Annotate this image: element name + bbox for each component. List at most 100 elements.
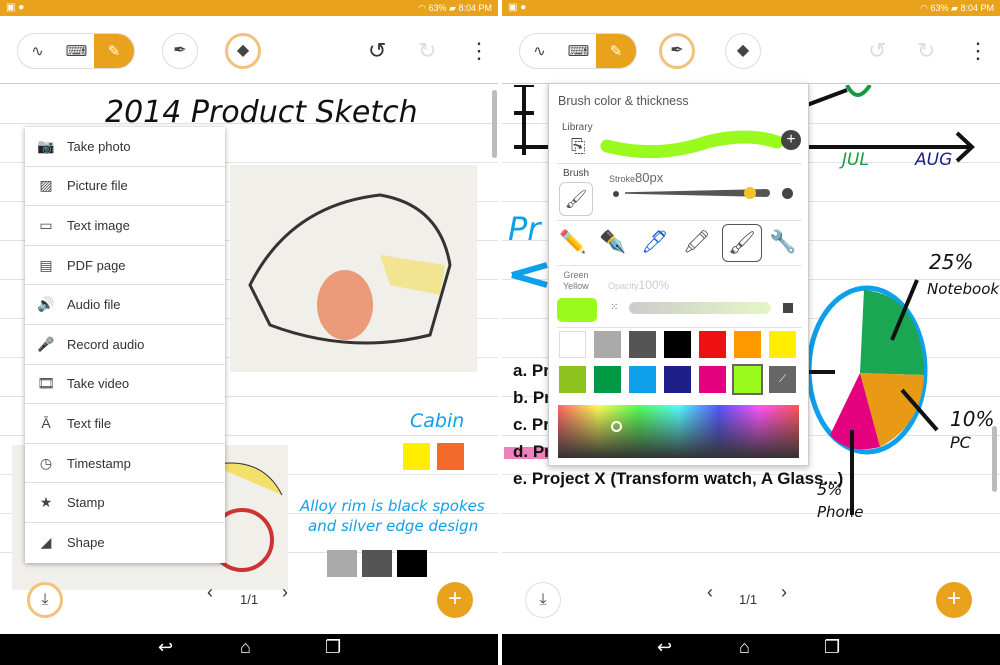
draw-mode-icon[interactable]: ✎: [596, 34, 636, 68]
ballpoint-pen-icon[interactable]: 🖊: [641, 229, 669, 255]
menu-item-take-photo[interactable]: 📷 Take photo: [25, 127, 225, 167]
menu-item-stamp[interactable]: ★ Stamp: [25, 483, 225, 523]
menu-item-pdf-page[interactable]: ▤ PDF page: [25, 246, 225, 286]
add-page-button[interactable]: +: [936, 582, 972, 618]
palette-color[interactable]: [769, 331, 796, 358]
insert-button[interactable]: ⤓: [27, 582, 63, 618]
more-menu-icon[interactable]: ⋮: [967, 38, 989, 64]
recents-icon[interactable]: ❐: [824, 637, 840, 658]
car-sketch-image[interactable]: [230, 165, 477, 372]
bottom-bar: ⤓ ‹ 1/1 › +: [0, 580, 498, 634]
back-icon[interactable]: ↩: [158, 637, 173, 658]
palette-color[interactable]: [664, 366, 691, 393]
menu-label: PDF page: [67, 257, 126, 273]
palette-color[interactable]: [594, 366, 621, 393]
menu-item-audio-file[interactable]: 🔊 Audio file: [25, 285, 225, 325]
fountain-pen-icon[interactable]: ✒️: [599, 229, 626, 255]
stroke-slider-thumb[interactable]: [743, 187, 756, 199]
scrollbar[interactable]: [492, 90, 497, 158]
menu-item-timestamp[interactable]: ◷ Timestamp: [25, 444, 225, 484]
menu-label: Take photo: [67, 138, 131, 154]
pencil-icon[interactable]: ✏️: [559, 229, 586, 255]
opacity-slider[interactable]: [629, 302, 771, 314]
menu-item-record-audio[interactable]: 🎤 Record audio: [25, 325, 225, 365]
keyboard-mode-icon[interactable]: ⌨: [559, 34, 598, 68]
label-notebook-pct: 25%: [929, 250, 974, 274]
add-brush-button[interactable]: +: [781, 130, 801, 150]
eraser-button[interactable]: ◆: [725, 33, 761, 69]
back-icon[interactable]: ↩: [657, 637, 672, 658]
library-icon[interactable]: ⎘: [571, 136, 585, 157]
eyedropper-icon[interactable]: ⟋: [769, 366, 796, 393]
palette-color[interactable]: [732, 364, 763, 395]
brush-selector[interactable]: 🖌: [559, 182, 593, 216]
pen-tool-button[interactable]: ✒: [659, 33, 695, 69]
palette-color[interactable]: [629, 331, 656, 358]
prev-page-icon[interactable]: ‹: [207, 582, 213, 603]
paintbrush-icon[interactable]: 🖌: [722, 224, 762, 262]
add-page-button[interactable]: +: [437, 582, 473, 618]
home-icon[interactable]: ⌂: [240, 637, 251, 658]
palette-color[interactable]: [734, 331, 761, 358]
menu-item-take-video[interactable]: 🎞 Take video: [25, 365, 225, 405]
palette-color[interactable]: [699, 331, 726, 358]
brush-label: Brush: [563, 168, 590, 179]
palette-color[interactable]: [699, 366, 726, 393]
clock: 8:04 PM: [458, 3, 492, 13]
text-file-icon: Ā: [41, 415, 51, 432]
home-icon[interactable]: ⌂: [739, 637, 750, 658]
battery-level: 63%: [930, 3, 949, 13]
insert-button[interactable]: ⤓: [525, 582, 561, 618]
library-label: Library: [562, 122, 593, 133]
eraser-button[interactable]: ◆: [225, 33, 261, 69]
nav-bar: ↩ ⌂ ❐: [0, 634, 498, 665]
battery-icon: ▰: [951, 3, 958, 13]
palette-color[interactable]: [559, 366, 586, 393]
handwriting-mode-icon[interactable]: ∿: [520, 34, 559, 68]
undo-icon[interactable]: ↺: [868, 38, 886, 64]
list-item: b. Pr: [513, 388, 551, 407]
shape-icon: ◢: [40, 534, 52, 551]
palette-color[interactable]: [559, 331, 586, 358]
scrollbar[interactable]: [992, 426, 997, 492]
menu-item-text-image[interactable]: ▭ Text image: [25, 206, 225, 246]
menu-label: Stamp: [67, 495, 105, 511]
more-menu-icon[interactable]: ⋮: [468, 38, 490, 64]
menu-item-shape[interactable]: ◢ Shape: [25, 523, 225, 563]
color-spectrum[interactable]: [558, 405, 799, 458]
spectrum-picker[interactable]: [611, 421, 622, 432]
next-page-icon[interactable]: ›: [781, 582, 787, 603]
current-color-swatch[interactable]: [557, 298, 597, 322]
palette-color[interactable]: [629, 366, 656, 393]
airbrush-icon[interactable]: 🔧: [769, 229, 796, 255]
nav-bar: ↩ ⌂ ❐: [502, 634, 1000, 665]
menu-item-picture-file[interactable]: ▨ Picture file: [25, 167, 225, 207]
palette-color[interactable]: [594, 331, 621, 358]
pen-tool-button[interactable]: ✒: [162, 33, 198, 69]
input-mode-group: ∿ ⌨ ✎: [17, 33, 135, 69]
label-jul: JUL: [842, 150, 869, 170]
trend-line: [806, 88, 848, 107]
color-name: Green: [563, 270, 589, 280]
gray-swatch: [327, 550, 357, 577]
redo-icon[interactable]: ↻: [418, 38, 436, 64]
label-pc: PC: [950, 433, 971, 452]
highlighter-icon[interactable]: 🖍: [683, 229, 711, 255]
prev-page-icon[interactable]: ‹: [707, 582, 713, 603]
popup-title: Brush color & thickness: [558, 94, 689, 108]
next-page-icon[interactable]: ›: [282, 582, 288, 603]
toolbar: ∿ ⌨ ✎ ✒ ◆ ↺ ↻ ⋮: [502, 16, 1000, 84]
color-name: Yellow: [563, 281, 589, 291]
menu-label: Picture file: [67, 178, 128, 194]
palette-color[interactable]: [664, 331, 691, 358]
draw-mode-icon[interactable]: ✎: [94, 34, 134, 68]
stroke-label: Stroke: [609, 174, 636, 184]
recents-icon[interactable]: ❐: [325, 637, 341, 658]
status-bar: ▣ ● ◠ 63% ▰ 8:04 PM: [502, 0, 1000, 16]
page-indicator: 1/1: [739, 592, 758, 607]
redo-icon[interactable]: ↻: [917, 38, 935, 64]
keyboard-mode-icon[interactable]: ⌨: [57, 34, 96, 68]
undo-icon[interactable]: ↺: [368, 38, 386, 64]
handwriting-mode-icon[interactable]: ∿: [18, 34, 57, 68]
menu-item-text-file[interactable]: Ā Text file: [25, 404, 225, 444]
